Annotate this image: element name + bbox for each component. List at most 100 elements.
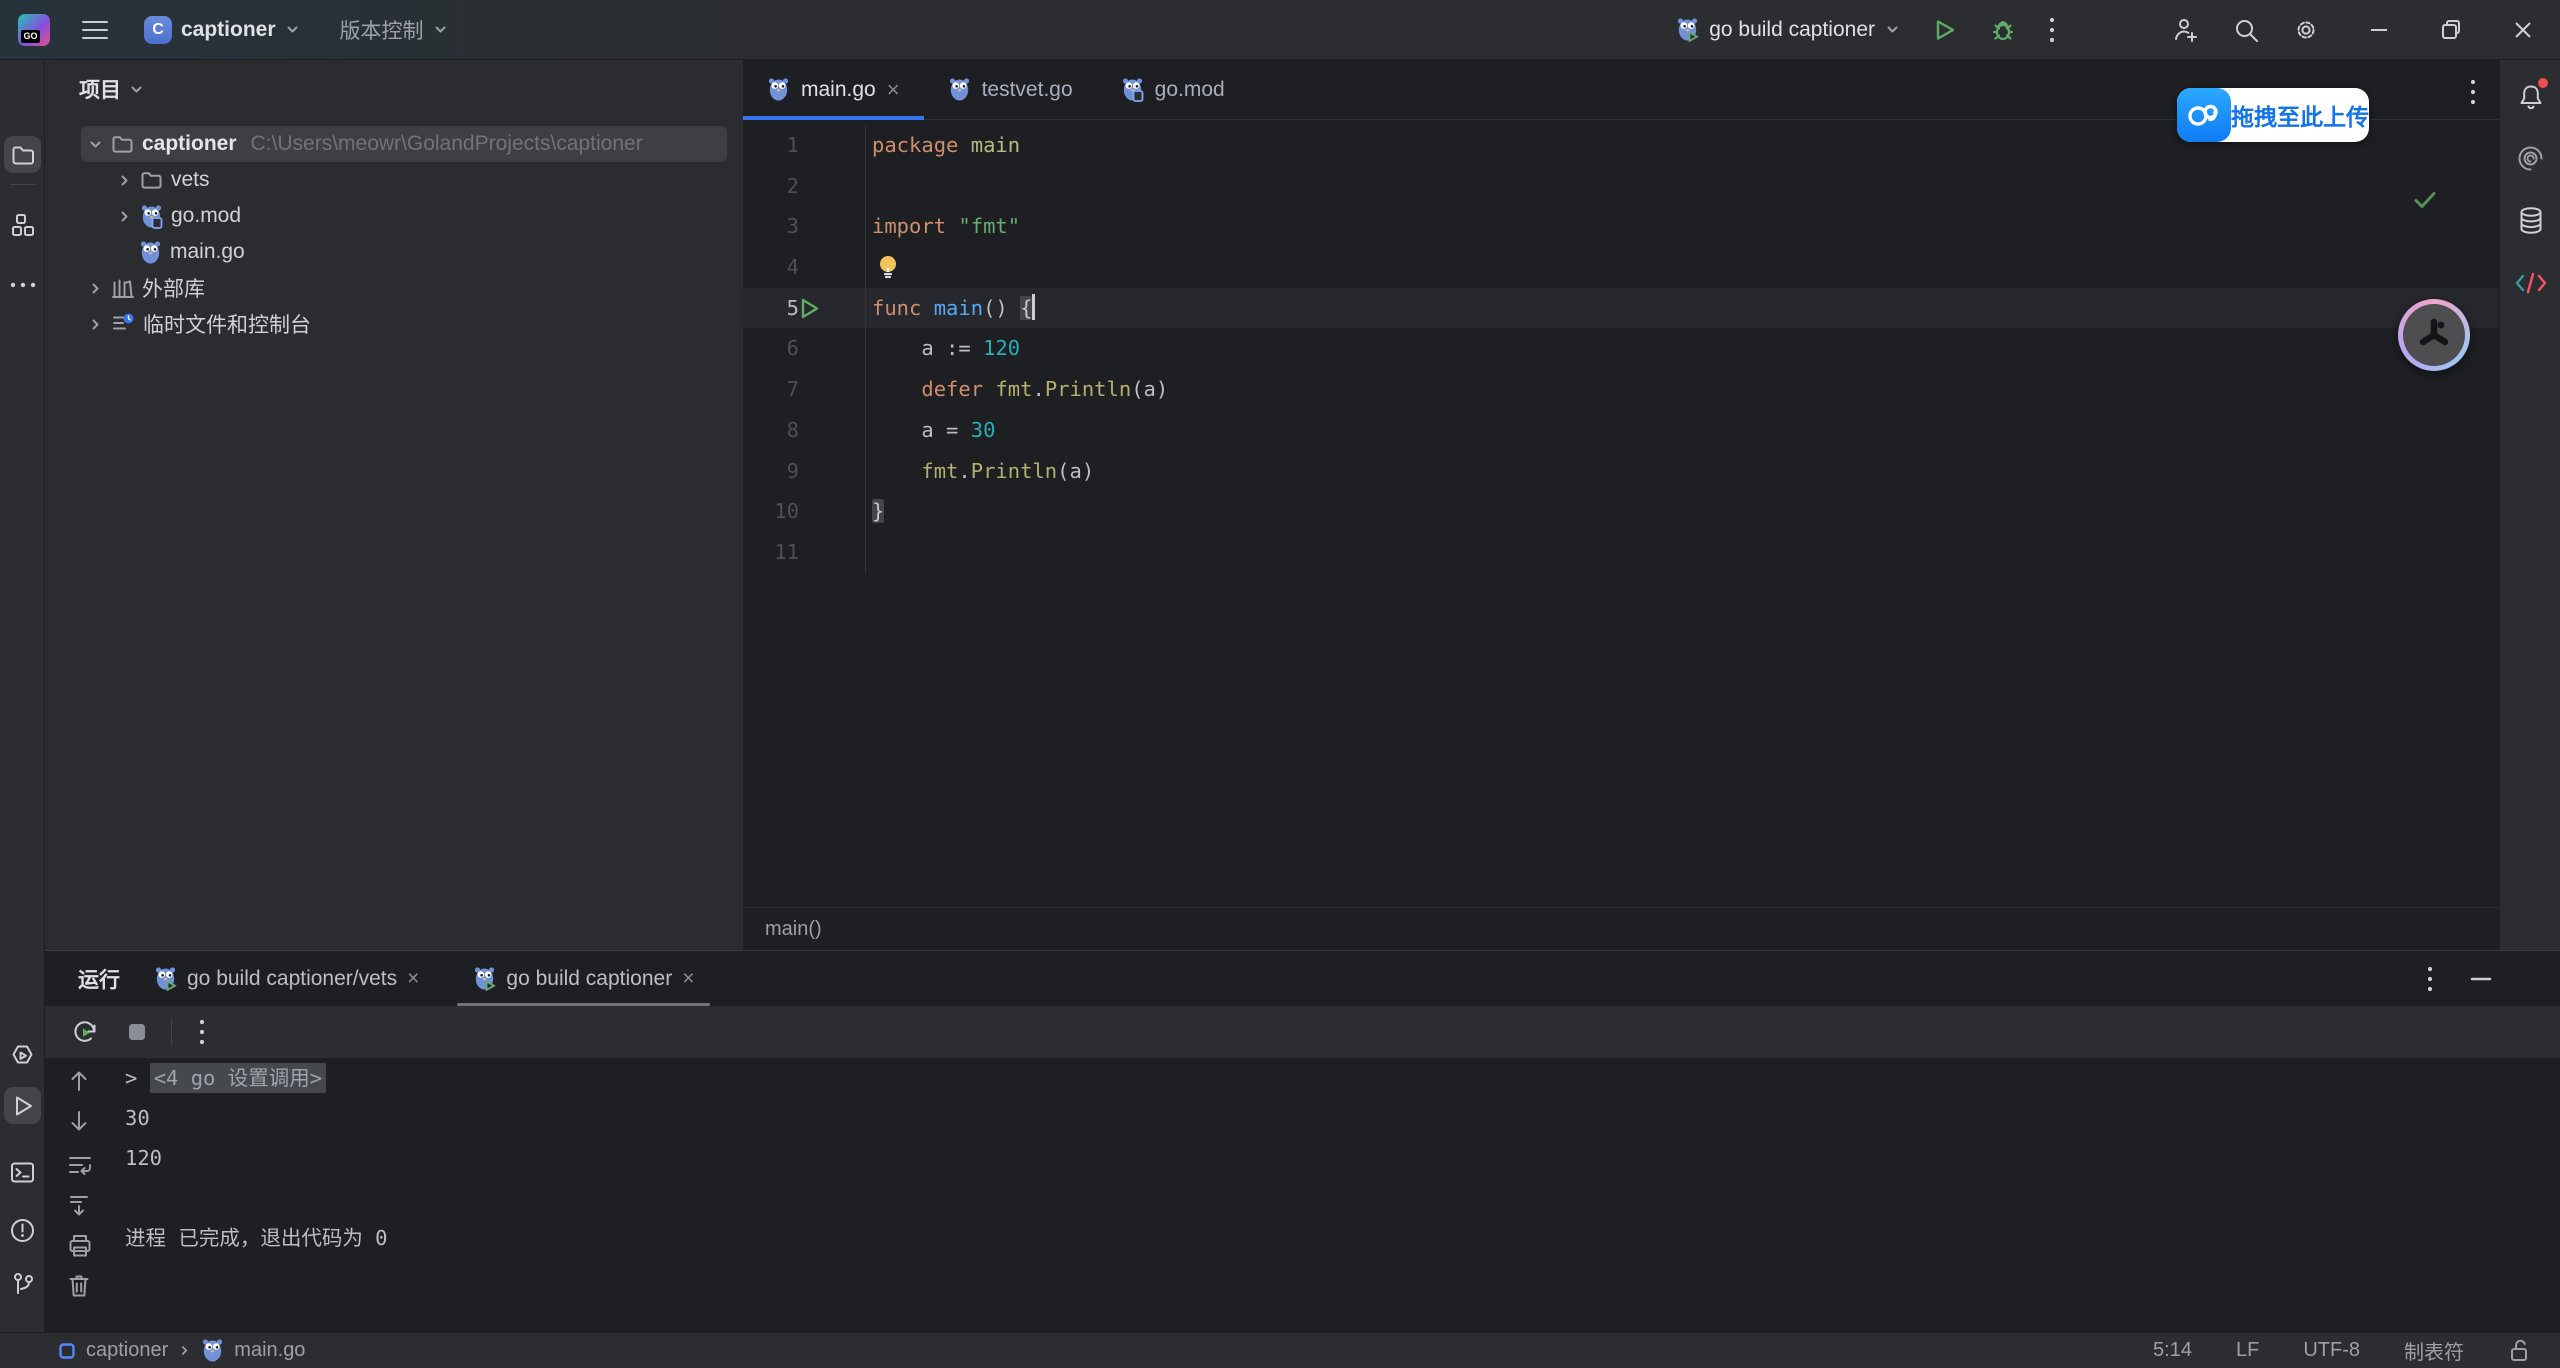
rerun-button[interactable] (71, 1018, 99, 1046)
code-token (872, 377, 921, 401)
window-restore-button[interactable] (2438, 17, 2464, 43)
gutter-line-number[interactable]: 7 (743, 369, 866, 410)
chevron-right-icon[interactable] (117, 173, 132, 188)
breadcrumb[interactable]: main() (743, 907, 2499, 950)
settings-gear-icon[interactable] (2292, 16, 2320, 44)
editor-tab-testvet.go[interactable]: testvet.go (924, 60, 1097, 119)
chevron-right-icon[interactable] (88, 281, 103, 296)
console-arrow-up-icon[interactable] (67, 1068, 91, 1094)
gopher-icon (767, 77, 790, 102)
tree-item-main.go[interactable]: main.go (45, 234, 743, 270)
tool-strip-notifications[interactable] (2512, 78, 2549, 115)
search-everywhere-icon[interactable] (2232, 16, 2260, 44)
console-trash-icon[interactable] (67, 1273, 91, 1299)
run-tab-go-build-captioner[interactable]: go build captioner× (453, 951, 714, 1006)
tree-item-vets[interactable]: vets (45, 162, 743, 198)
gutter-line-number[interactable]: 1 (743, 125, 866, 166)
code-token: main (934, 296, 983, 320)
goland-logo-text: GO (21, 30, 40, 43)
window-close-button[interactable] (2510, 17, 2536, 43)
gutter-line-number[interactable]: 11 (743, 532, 866, 573)
console-line: > <4 go 设置调用> (125, 1058, 2560, 1098)
editor-tab-label: main.go (801, 78, 876, 102)
gutter-line-number[interactable]: 3 (743, 206, 866, 247)
editor-options-icon[interactable] (2469, 78, 2477, 106)
tool-strip-database[interactable] (2512, 202, 2549, 239)
tool-strip-problems[interactable] (4, 1212, 41, 1249)
tool-strip-run[interactable] (4, 1087, 41, 1124)
chevron-down-icon[interactable] (88, 137, 103, 152)
goland-logo-icon[interactable]: GO (18, 14, 50, 46)
lock-open-icon[interactable] (2508, 1338, 2532, 1364)
gutter-line-number[interactable]: 10 (743, 491, 866, 532)
window-minimize-button[interactable] (2366, 17, 2392, 43)
console-folded-command[interactable]: <4 go 设置调用> (150, 1063, 326, 1093)
run-console[interactable]: > <4 go 设置调用>30120进程 已完成，退出代码为 0 (125, 1058, 2560, 1332)
tool-strip-vcs-branch[interactable] (4, 1265, 41, 1302)
chevron-right-icon[interactable] (88, 317, 103, 332)
more-actions-icon[interactable] (2048, 16, 2056, 44)
tool-strip-code-tag[interactable] (2512, 264, 2549, 301)
tab-close-icon[interactable]: × (682, 967, 694, 991)
console-scroll-end-icon[interactable] (67, 1193, 91, 1217)
code-with-me-users-icon[interactable] (2172, 16, 2200, 44)
tree-item-临时文件和控制台[interactable]: 临时文件和控制台 (45, 306, 743, 342)
tree-item-外部库[interactable]: 外部库 (45, 270, 743, 306)
status-widget-[interactable]: 制表符 (2404, 1336, 2464, 1365)
code-token: defer (921, 377, 983, 401)
gutter-line-number[interactable]: 6 (743, 328, 866, 369)
chevron-right-icon[interactable] (117, 209, 132, 224)
main-menu-icon[interactable] (82, 20, 108, 40)
tool-strip-structure[interactable] (4, 206, 41, 243)
code-token (983, 377, 995, 401)
intention-bulb-icon[interactable] (876, 254, 900, 281)
run-configuration-widget[interactable]: go build captioner (1676, 17, 1900, 42)
tool-strip-services[interactable] (4, 1038, 41, 1075)
code-token: package (872, 133, 958, 157)
console-printer-icon[interactable] (67, 1233, 93, 1259)
tree-item-captioner[interactable]: captionerC:\Users\meowr\GolandProjects\c… (45, 126, 743, 162)
stop-button[interactable] (125, 1020, 149, 1044)
run-more-options-icon[interactable] (198, 1018, 206, 1046)
gutter-line-number[interactable]: 4 (743, 247, 866, 288)
gutter-line-number[interactable]: 5 (743, 288, 866, 329)
tool-strip-terminal[interactable] (4, 1154, 41, 1191)
hide-tool-window-icon[interactable] (2468, 966, 2494, 992)
project-panel-header[interactable]: 项目 (79, 60, 144, 118)
debug-button[interactable] (1990, 17, 2016, 43)
status-file-label[interactable]: main.go (234, 1339, 305, 1362)
run-tab-label: go build captioner/vets (187, 967, 397, 991)
status-breadcrumb[interactable]: captioner main.go (58, 1338, 305, 1363)
console-soft-wrap-icon[interactable] (67, 1153, 93, 1177)
tool-strip-ai-assistant[interactable] (2512, 140, 2549, 177)
status-widget-514[interactable]: 5:14 (2153, 1339, 2192, 1362)
code-text: } (866, 491, 884, 532)
tab-close-icon[interactable]: × (407, 967, 419, 991)
floating-assistant-widget[interactable] (2398, 299, 2470, 371)
gutter-line-number[interactable]: 9 (743, 451, 866, 492)
editor-tab-main.go[interactable]: main.go× (743, 60, 924, 119)
left-tool-strip (0, 60, 45, 1332)
tool-strip-project-folder[interactable] (4, 136, 41, 173)
status-widget-UTF8[interactable]: UTF-8 (2303, 1339, 2360, 1362)
project-badge: C (144, 16, 172, 44)
status-module-label[interactable]: captioner (86, 1339, 168, 1362)
tree-item-go.mod[interactable]: go.mod (45, 198, 743, 234)
code-token: a = (872, 418, 971, 442)
run-button[interactable] (1932, 17, 1958, 43)
vcs-widget[interactable]: 版本控制 (332, 9, 456, 51)
run-tab-go-build-captioner-vets[interactable]: go build captioner/vets × (134, 951, 439, 1006)
project-widget[interactable]: C captioner (136, 10, 308, 50)
run-gutter-icon[interactable] (799, 297, 820, 320)
editor-tab-go.mod[interactable]: go.mod (1097, 60, 1249, 119)
upload-drop-overlay[interactable]: 拖拽至此上传 (2177, 88, 2369, 142)
gutter-line-number[interactable]: 8 (743, 410, 866, 451)
run-panel-options-icon[interactable] (2426, 965, 2434, 993)
console-arrow-down-icon[interactable] (67, 1108, 91, 1134)
breadcrumb-item[interactable]: main() (765, 918, 822, 941)
tool-strip-more[interactable] (4, 266, 41, 303)
code-editor[interactable]: 1package main23import "fmt"45func main()… (743, 121, 2499, 907)
status-widget-LF[interactable]: LF (2236, 1339, 2259, 1362)
tree-item-label: 外部库 (142, 273, 205, 303)
gutter-line-number[interactable]: 2 (743, 166, 866, 207)
